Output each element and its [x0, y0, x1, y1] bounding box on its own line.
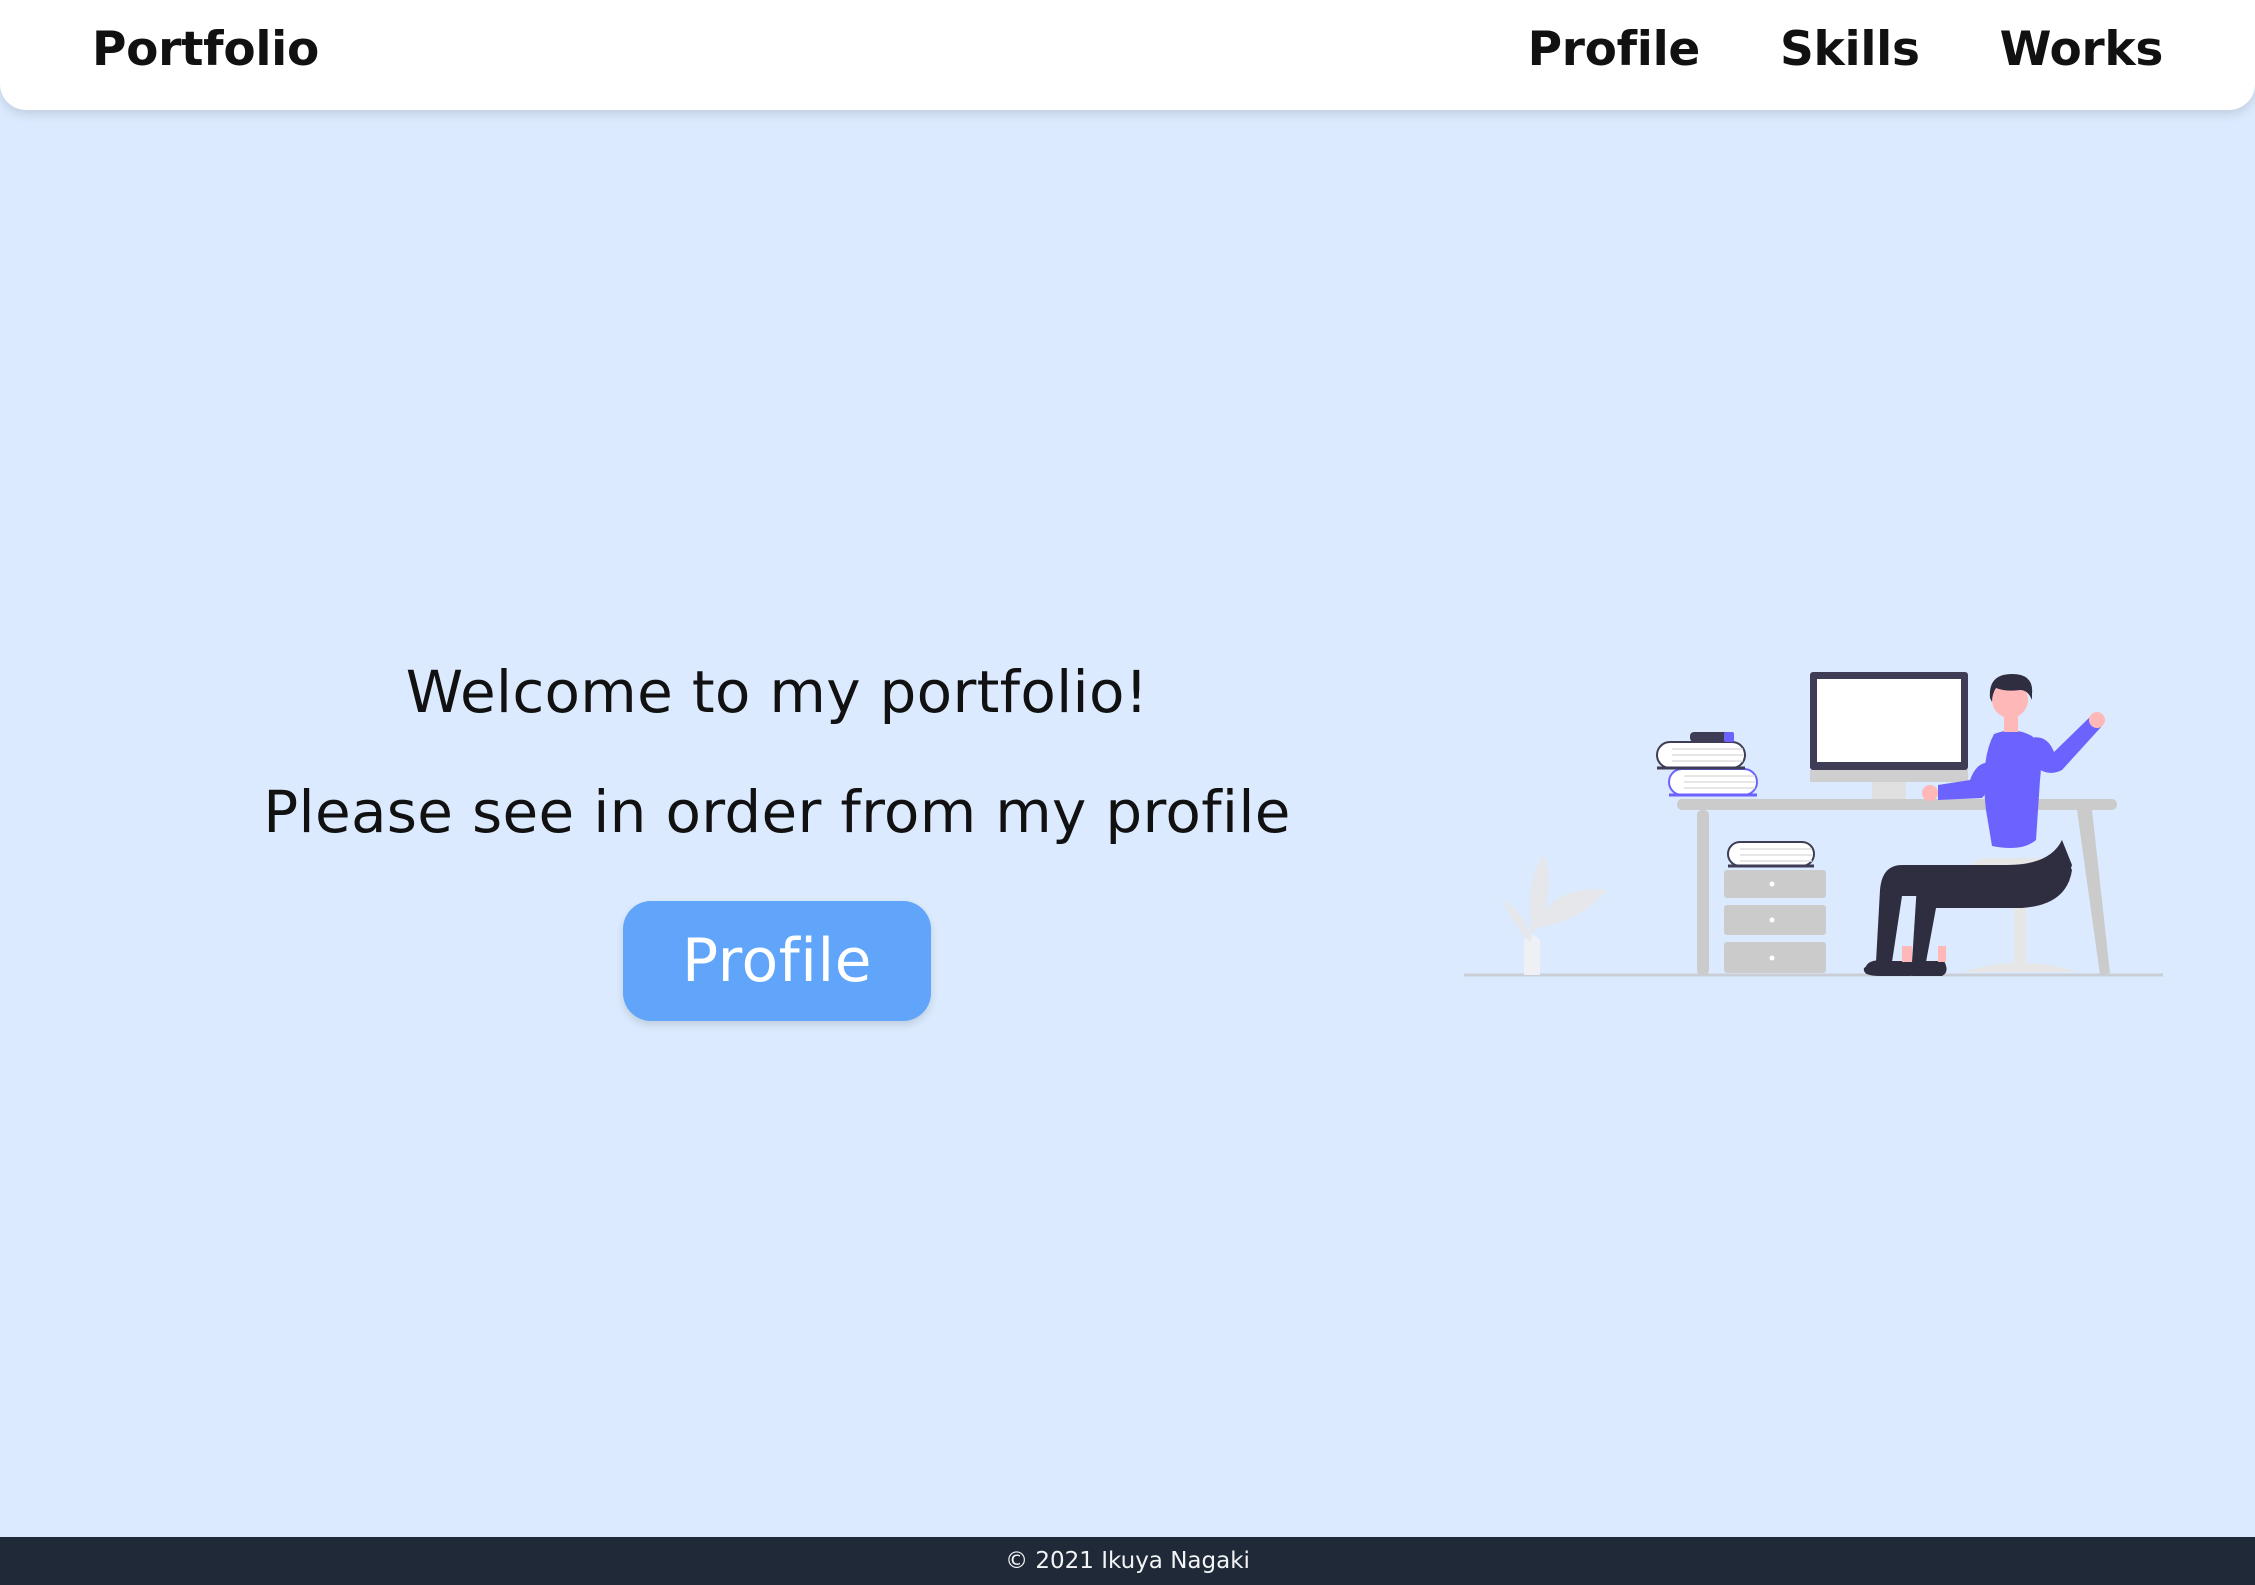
hero-subheadline: Please see in order from my profile — [263, 778, 1291, 846]
brand-logo-link[interactable]: Portfolio — [92, 22, 319, 78]
page-footer: © 2021 Ikuya Nagaki — [0, 1537, 2255, 1585]
copyright-text: © 2021 Ikuya Nagaki — [1005, 1548, 1250, 1574]
nav-link-profile[interactable]: Profile — [1528, 22, 1701, 78]
profile-cta-button[interactable]: Profile — [623, 901, 931, 1021]
top-nav-bar: Portfolio Profile Skills Works — [0, 0, 2255, 110]
nav-link-works[interactable]: Works — [2000, 22, 2164, 78]
nav-link-skills[interactable]: Skills — [1780, 22, 1920, 78]
person-at-desk-illustration — [1464, 672, 2163, 977]
hero-headline: Welcome to my portfolio! — [405, 658, 1149, 726]
main-nav: Profile Skills Works — [1448, 22, 2164, 78]
hero-text-block: Welcome to my portfolio! Please see in o… — [0, 650, 1554, 854]
